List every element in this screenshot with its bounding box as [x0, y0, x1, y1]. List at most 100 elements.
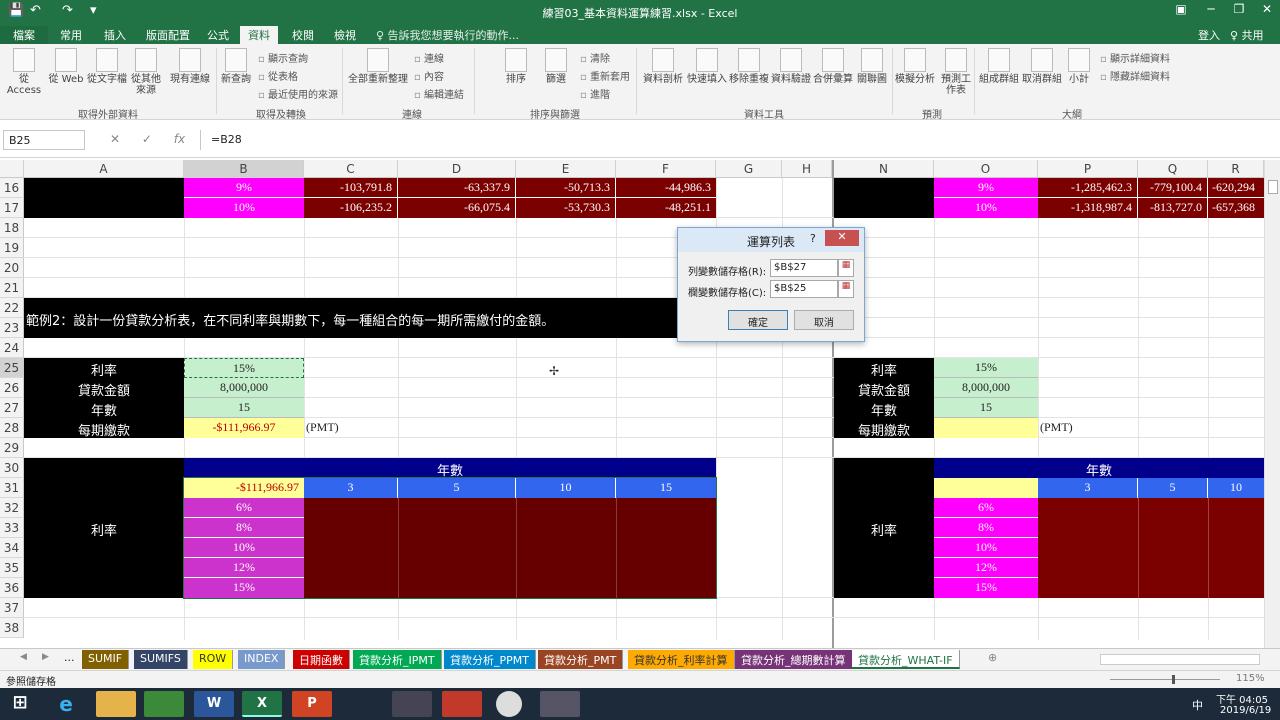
cell-r16[interactable]: -620,294 — [1208, 178, 1264, 198]
column-header-q[interactable]: Q — [1138, 160, 1208, 178]
cell-n33[interactable]: 利率 — [834, 518, 934, 538]
ie-icon[interactable]: e — [46, 691, 86, 717]
row-header[interactable]: 27 — [0, 398, 24, 418]
relationships-button[interactable]: 關聯圖 — [854, 48, 890, 85]
vertical-scrollbar[interactable] — [1264, 160, 1280, 648]
app-icon[interactable] — [392, 691, 432, 717]
column-header-g[interactable]: G — [716, 160, 782, 178]
app-icon[interactable] — [540, 691, 580, 717]
tab-insert[interactable]: 插入 — [104, 27, 126, 43]
cell-a33[interactable]: 利率 — [24, 518, 184, 538]
column-header-b[interactable]: B — [184, 160, 304, 178]
row-header[interactable]: 21 — [0, 278, 24, 298]
new-query-button[interactable]: 新查詢 — [220, 48, 252, 85]
start-button[interactable]: ⊞ — [2, 691, 38, 717]
cell-o27[interactable]: 15 — [934, 398, 1038, 418]
cell-p31[interactable]: 3 — [1038, 478, 1138, 498]
share-button[interactable]: ♀ 共用 — [1230, 27, 1264, 43]
cell-d17[interactable]: -66,075.4 — [398, 198, 516, 218]
ungroup-button[interactable]: 取消群組 — [1020, 48, 1064, 85]
add-sheet-icon[interactable]: ⊕ — [988, 651, 997, 664]
show-queries-button[interactable]: 顯示查詢 — [258, 50, 308, 65]
minimize-button[interactable]: ─ — [1198, 2, 1224, 16]
zoom-slider[interactable] — [1110, 679, 1220, 680]
sheet-tab-rate[interactable]: 貸款分析_利率計算 — [628, 650, 735, 669]
recent-sources-button[interactable]: 最近使用的來源 — [258, 86, 338, 101]
sheet-tab-row[interactable]: ROW — [193, 650, 234, 669]
column-header-h[interactable]: H — [782, 160, 832, 178]
scroll-thumb[interactable] — [1268, 180, 1278, 194]
row-header[interactable]: 36 — [0, 578, 24, 598]
sheet-prev-icon[interactable]: ◀ — [20, 652, 27, 662]
filter-button[interactable]: 篩選 — [538, 48, 574, 85]
flash-fill-button[interactable]: 快速填入 — [686, 48, 728, 85]
column-header-c[interactable]: C — [304, 160, 398, 178]
sheet-tab-what-if[interactable]: 貸款分析_WHAT-IF — [852, 650, 960, 669]
refresh-all-button[interactable]: 全部重新整理 — [348, 48, 408, 85]
row-header[interactable]: 29 — [0, 438, 24, 458]
row-header[interactable]: 30 — [0, 458, 24, 478]
column-header-e[interactable]: E — [516, 160, 616, 178]
ime-indicator[interactable]: 中 — [1192, 697, 1203, 713]
cell-a27[interactable]: 年數 — [24, 398, 184, 418]
cell-n28[interactable]: 每期繳款 — [834, 418, 934, 438]
cell-b17[interactable]: 10% — [184, 198, 304, 218]
cell-o25[interactable]: 15% — [934, 358, 1038, 378]
result-range-right[interactable] — [1038, 498, 1264, 598]
tab-home[interactable]: 常用 — [60, 27, 82, 43]
sheet-next-icon[interactable]: ▶ — [42, 652, 49, 662]
cell-o30-years-header[interactable]: 年數 — [934, 458, 1264, 478]
row-header[interactable]: 25 — [0, 358, 24, 378]
cell-r17[interactable]: -657,368 — [1208, 198, 1264, 218]
remove-duplicates-button[interactable]: 移除重複 — [728, 48, 770, 85]
forecast-sheet-button[interactable]: 預測工作表 — [940, 48, 972, 96]
dialog-close-button[interactable]: ✕ — [825, 230, 859, 246]
show-detail-button[interactable]: 顯示詳細資料 — [1100, 50, 1170, 65]
properties-button[interactable]: 內容 — [414, 68, 444, 83]
column-header-o[interactable]: O — [934, 160, 1038, 178]
clear-button[interactable]: 清除 — [580, 50, 610, 65]
text-to-columns-button[interactable]: 資料剖析 — [642, 48, 684, 85]
cancel-icon[interactable]: ✕ — [110, 132, 120, 146]
data-validation-button[interactable]: 資料驗證 — [770, 48, 812, 85]
tab-file[interactable]: 檔案 — [0, 26, 48, 44]
file-explorer-icon[interactable] — [96, 691, 136, 717]
zoom-slider-thumb[interactable] — [1172, 675, 1175, 684]
cell-n26[interactable]: 貸款金額 — [834, 378, 934, 398]
from-other-button[interactable]: 從其他來源 — [128, 48, 164, 96]
cell-b28[interactable]: -$111,966.97 — [184, 418, 304, 438]
col-ref-picker-icon[interactable]: ▦ — [838, 280, 854, 298]
from-table-button[interactable]: 從表格 — [258, 68, 298, 83]
cell-b27[interactable]: 15 — [184, 398, 304, 418]
subtotal-button[interactable]: 小計 — [1066, 48, 1092, 85]
row-header[interactable]: 20 — [0, 258, 24, 278]
sheet-tab-pmt[interactable]: 貸款分析_PMT — [538, 650, 624, 669]
row-header[interactable]: 22 — [0, 298, 24, 318]
row-header[interactable]: 33 — [0, 518, 24, 538]
sheet-tab-ppmt[interactable]: 貸款分析_PPMT — [444, 650, 536, 669]
cell-o31[interactable] — [934, 478, 1038, 498]
zoom-level[interactable]: 115% — [1236, 673, 1265, 684]
row-header[interactable]: 24 — [0, 338, 24, 358]
cell-f16[interactable]: -44,986.3 — [616, 178, 716, 198]
column-header-p[interactable]: P — [1038, 160, 1138, 178]
cell-q16[interactable]: -779,100.4 — [1138, 178, 1208, 198]
group-button[interactable]: 組成群組 — [978, 48, 1020, 85]
tab-data[interactable]: 資料 — [240, 26, 278, 44]
ribbon-display-icon[interactable]: ▣ — [1168, 2, 1194, 16]
sort-button[interactable]: 排序 — [500, 48, 532, 85]
column-header-r[interactable]: R — [1208, 160, 1264, 178]
horizontal-scrollbar[interactable] — [1100, 654, 1260, 665]
row-header[interactable]: 32 — [0, 498, 24, 518]
cell-a26[interactable]: 貸款金額 — [24, 378, 184, 398]
what-if-analysis-button[interactable]: 模擬分析 — [894, 48, 936, 85]
cell-p28[interactable]: (PMT) — [1040, 418, 1130, 438]
cell-e16[interactable]: -50,713.3 — [516, 178, 616, 198]
clock-date[interactable]: 2019/6/19 — [1220, 705, 1271, 716]
cell-o26[interactable]: 8,000,000 — [934, 378, 1038, 398]
row-header[interactable]: 31 — [0, 478, 24, 498]
row-header[interactable]: 38 — [0, 618, 24, 638]
enter-icon[interactable]: ✓ — [142, 132, 152, 146]
sheet-tab-index[interactable]: INDEX — [238, 650, 286, 669]
cell-o32[interactable]: 6% — [934, 498, 1038, 518]
